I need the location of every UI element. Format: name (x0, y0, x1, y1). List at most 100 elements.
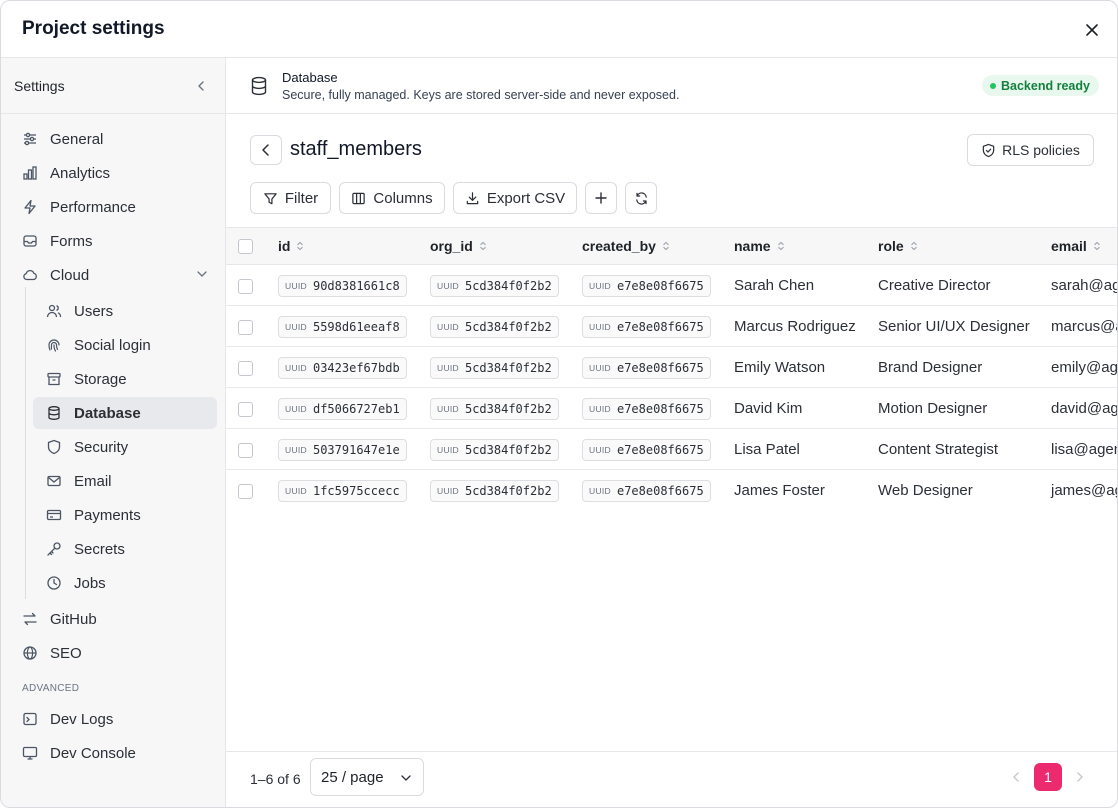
sidebar-item-users[interactable]: Users (33, 295, 217, 327)
email-cell[interactable]: emily@age (1051, 359, 1117, 376)
sidebar-item-payments[interactable]: Payments (33, 499, 217, 531)
sidebar-item-label: Database (74, 404, 141, 422)
uuid-cell-org-id[interactable]: UUID 5cd384f0f2b2 (430, 480, 559, 502)
column-header-role[interactable]: role (878, 238, 918, 254)
sidebar-item-label: Email (74, 472, 112, 490)
sidebar-item-dev-console[interactable]: Dev Console (13, 737, 217, 769)
name-cell[interactable]: James Foster (734, 482, 825, 499)
role-cell[interactable]: Web Designer (878, 482, 973, 499)
uuid-tag: UUID (285, 404, 307, 414)
select-all-checkbox[interactable] (238, 239, 253, 254)
table-row[interactable]: UUID 03423ef67bdb UUID 5cd384f0f2b2 UUID e7… (226, 347, 1117, 388)
sidebar-item-seo[interactable]: SEO (13, 637, 217, 669)
role-cell[interactable]: Content Strategist (878, 441, 998, 458)
export-csv-button[interactable]: Export CSV (453, 182, 577, 214)
uuid-cell-id[interactable]: UUID df5066727eb1 (278, 398, 407, 420)
role-cell[interactable]: Creative Director (878, 277, 991, 294)
name-cell[interactable]: Sarah Chen (734, 277, 814, 294)
uuid-cell-id[interactable]: UUID 503791647e1e (278, 439, 407, 461)
uuid-cell-created-by[interactable]: UUID e7e8e08f6675 (582, 357, 711, 379)
table-row[interactable]: UUID 90d8381661c8 UUID 5cd384f0f2b2 UUID e7… (226, 265, 1117, 306)
column-header-email[interactable]: email (1051, 238, 1101, 254)
uuid-tag: UUID (437, 322, 459, 332)
uuid-cell-created-by[interactable]: UUID e7e8e08f6675 (582, 316, 711, 338)
uuid-cell-id[interactable]: UUID 1fc5975ccecc (278, 480, 407, 502)
table-row[interactable]: UUID 5598d61eeaf8 UUID 5cd384f0f2b2 UUID e7… (226, 306, 1117, 347)
uuid-cell-id[interactable]: UUID 90d8381661c8 (278, 275, 407, 297)
row-checkbox[interactable] (238, 361, 253, 376)
sidebar-item-github[interactable]: GitHub (13, 603, 217, 635)
column-header-org-id[interactable]: org_id (430, 238, 487, 254)
email-cell[interactable]: sarah@ag (1051, 277, 1117, 294)
table-row[interactable]: UUID df5066727eb1 UUID 5cd384f0f2b2 UUID e7… (226, 388, 1117, 429)
sidebar-item-social-login[interactable]: Social login (33, 329, 217, 361)
email-cell[interactable]: james@ag (1051, 482, 1117, 499)
sidebar-item-forms[interactable]: Forms (13, 225, 217, 257)
columns-button[interactable]: Columns (339, 182, 445, 214)
name-cell[interactable]: David Kim (734, 400, 802, 417)
sidebar-item-analytics[interactable]: Analytics (13, 157, 217, 189)
sidebar-item-label: Forms (50, 232, 93, 250)
sidebar-item-security[interactable]: Security (33, 431, 217, 463)
name-cell[interactable]: Lisa Patel (734, 441, 800, 458)
uuid-value: 5cd384f0f2b2 (464, 361, 552, 375)
email-cell[interactable]: david@age (1051, 400, 1117, 417)
filter-label: Filter (284, 189, 319, 207)
name-cell[interactable]: Emily Watson (734, 359, 825, 376)
uuid-cell-org-id[interactable]: UUID 5cd384f0f2b2 (430, 357, 559, 379)
sidebar-header: Settings (1, 58, 225, 114)
next-page-button[interactable] (1070, 767, 1090, 787)
page-size-select[interactable]: 25 / page (310, 758, 424, 796)
sidebar-item-jobs[interactable]: Jobs (33, 567, 217, 599)
row-checkbox[interactable] (238, 484, 253, 499)
email-cell[interactable]: lisa@agen (1051, 441, 1117, 458)
sidebar-item-secrets[interactable]: Secrets (33, 533, 217, 565)
uuid-cell-id[interactable]: UUID 03423ef67bdb (278, 357, 407, 379)
uuid-cell-org-id[interactable]: UUID 5cd384f0f2b2 (430, 439, 559, 461)
row-checkbox[interactable] (238, 279, 253, 294)
role-cell[interactable]: Senior UI/UX Designer (878, 318, 1030, 335)
column-header-id[interactable]: id (278, 238, 304, 254)
cloud-subnav-line (25, 287, 26, 599)
uuid-cell-created-by[interactable]: UUID e7e8e08f6675 (582, 480, 711, 502)
row-checkbox[interactable] (238, 443, 253, 458)
back-button[interactable] (250, 135, 282, 165)
column-header-created-by[interactable]: created_by (582, 238, 670, 254)
table-row[interactable]: UUID 503791647e1e UUID 5cd384f0f2b2 UUID e7… (226, 429, 1117, 470)
name-cell[interactable]: Marcus Rodriguez (734, 318, 856, 335)
sidebar-item-general[interactable]: General (13, 123, 217, 155)
chevron-down-icon (399, 771, 413, 785)
uuid-cell-org-id[interactable]: UUID 5cd384f0f2b2 (430, 316, 559, 338)
column-header-name[interactable]: name (734, 238, 785, 254)
sidebar-item-email[interactable]: Email (33, 465, 217, 497)
sidebar-item-cloud[interactable]: Cloud (13, 259, 217, 291)
filter-button[interactable]: Filter (250, 182, 331, 214)
uuid-tag: UUID (589, 404, 611, 414)
sidebar-title: Settings (14, 78, 65, 94)
uuid-value: 5cd384f0f2b2 (464, 402, 552, 416)
close-button[interactable] (1079, 17, 1105, 43)
role-cell[interactable]: Motion Designer (878, 400, 987, 417)
refresh-button[interactable] (625, 182, 657, 214)
sidebar-item-performance[interactable]: Performance (13, 191, 217, 223)
email-cell[interactable]: marcus@a (1051, 318, 1117, 335)
sidebar-item-storage[interactable]: Storage (33, 363, 217, 395)
uuid-cell-org-id[interactable]: UUID 5cd384f0f2b2 (430, 275, 559, 297)
uuid-cell-created-by[interactable]: UUID e7e8e08f6675 (582, 275, 711, 297)
sidebar-item-database[interactable]: Database (33, 397, 217, 429)
uuid-cell-created-by[interactable]: UUID e7e8e08f6675 (582, 398, 711, 420)
role-cell[interactable]: Brand Designer (878, 359, 982, 376)
table-row[interactable]: UUID 1fc5975ccecc UUID 5cd384f0f2b2 UUID e7… (226, 470, 1117, 510)
row-checkbox[interactable] (238, 402, 253, 417)
current-page-button[interactable]: 1 (1034, 763, 1062, 791)
sort-icon (777, 241, 785, 251)
previous-page-button[interactable] (1006, 767, 1026, 787)
row-checkbox[interactable] (238, 320, 253, 335)
uuid-cell-created-by[interactable]: UUID e7e8e08f6675 (582, 439, 711, 461)
rls-policies-button[interactable]: RLS policies (967, 134, 1094, 166)
collapse-sidebar-button[interactable] (191, 76, 211, 96)
uuid-cell-id[interactable]: UUID 5598d61eeaf8 (278, 316, 407, 338)
sidebar-item-dev-logs[interactable]: Dev Logs (13, 703, 217, 735)
add-row-button[interactable] (585, 182, 617, 214)
uuid-cell-org-id[interactable]: UUID 5cd384f0f2b2 (430, 398, 559, 420)
